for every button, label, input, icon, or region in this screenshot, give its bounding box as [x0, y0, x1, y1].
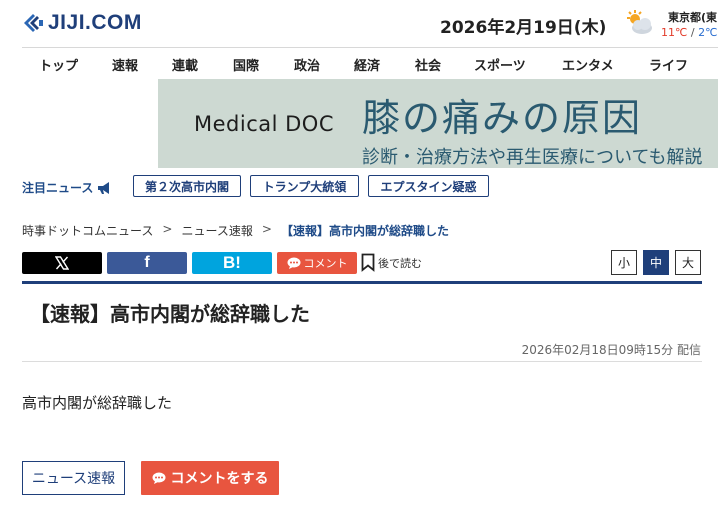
breadcrumb-separator: >	[162, 222, 173, 236]
comment-bubble-icon	[287, 257, 300, 269]
bookmark-icon	[361, 253, 375, 272]
share-hatena-button[interactable]: B!	[192, 252, 272, 274]
nav-item-economy[interactable]: 経済	[354, 55, 380, 74]
share-comment-button[interactable]: コメント	[277, 252, 357, 274]
write-comment-button[interactable]: コメントをする	[141, 461, 279, 495]
breadcrumb: 時事ドットコムニュース > ニュース速報 > 【速報】高市内閣が総辞職した	[22, 222, 449, 239]
temp-separator: /	[690, 26, 695, 39]
article-divider	[22, 361, 702, 362]
share-x-button[interactable]	[22, 252, 102, 274]
share-comment-label: コメント	[303, 257, 348, 270]
logo-text: JIJI.COM	[48, 11, 142, 34]
hatena-bookmark-icon: B!	[223, 253, 241, 272]
banner-subtitle: 診断・治療方法や再生医療についても解説	[362, 147, 703, 168]
trending-label: 注目ニュース	[22, 179, 112, 196]
article-top-rule	[22, 281, 702, 284]
current-date: 2026年2月19日(木)	[440, 18, 607, 38]
nav-item-world[interactable]: 国際	[233, 55, 259, 74]
breadcrumb-category[interactable]: ニュース速報	[181, 222, 252, 239]
trending-tag-cabinet[interactable]: 第２次高市内閣	[133, 175, 241, 197]
article-headline: 【速報】高市内閣が総辞職した	[30, 302, 310, 326]
nav-item-society[interactable]: 社会	[415, 55, 441, 74]
nav-item-series[interactable]: 連載	[172, 55, 198, 74]
weather-temps: 11℃ / 2℃	[661, 26, 717, 39]
trending-label-text: 注目ニュース	[22, 181, 94, 195]
publish-date: 2026年02月18日09時15分 配信	[521, 343, 701, 357]
breadcrumb-separator: >	[261, 222, 272, 236]
read-later-button[interactable]: 後で読む	[361, 253, 422, 272]
nav-item-life[interactable]: ライフ	[649, 55, 688, 74]
article-body: 高市内閣が総辞職した	[22, 394, 173, 412]
banner-brand: Medical DOC	[194, 112, 334, 136]
share-facebook-button[interactable]: f	[107, 252, 187, 274]
nav-item-politics[interactable]: 政治	[294, 55, 320, 74]
font-size-medium-button[interactable]: 中	[643, 250, 669, 275]
header-divider	[22, 47, 718, 48]
megaphone-icon	[98, 181, 110, 194]
nav-item-sports[interactable]: スポーツ	[474, 55, 526, 74]
weather-city[interactable]: 東京都(東	[668, 9, 717, 25]
banner-ad[interactable]: Medical DOC 膝の痛みの原因 診断・治療方法や再生医療についても解説	[158, 79, 718, 168]
nav-item-breaking[interactable]: 速報	[112, 55, 138, 74]
read-later-label: 後で読む	[378, 256, 422, 270]
site-logo[interactable]: JIJI.COM	[22, 10, 142, 36]
trending-tag-trump[interactable]: トランプ大統領	[250, 175, 359, 197]
nav-item-entertainment[interactable]: エンタメ	[562, 55, 614, 74]
font-size-large-button[interactable]: 大	[675, 250, 701, 275]
comment-bubble-icon	[152, 472, 165, 484]
temp-low: 2℃	[698, 26, 718, 39]
sun-behind-cloud-icon	[627, 10, 652, 34]
main-nav: トップ 速報 連載 国際 政治 経済 社会 スポーツ エンタメ ライフ	[22, 55, 718, 74]
x-logo-icon	[55, 256, 69, 270]
banner-title: 膝の痛みの原因	[362, 96, 643, 140]
breadcrumb-home[interactable]: 時事ドットコムニュース	[22, 222, 153, 239]
jiji-logo-icon	[24, 14, 43, 32]
category-link-button[interactable]: ニュース速報	[22, 461, 125, 495]
facebook-icon: f	[144, 254, 150, 271]
font-size-small-button[interactable]: 小	[611, 250, 637, 275]
write-comment-label: コメントをする	[170, 471, 269, 487]
temp-high: 11℃	[661, 26, 688, 39]
breadcrumb-current: 【速報】高市内閣が総辞職した	[280, 224, 449, 238]
nav-item-top[interactable]: トップ	[39, 55, 78, 74]
trending-tag-epstein[interactable]: エプスタイン疑惑	[368, 175, 489, 197]
